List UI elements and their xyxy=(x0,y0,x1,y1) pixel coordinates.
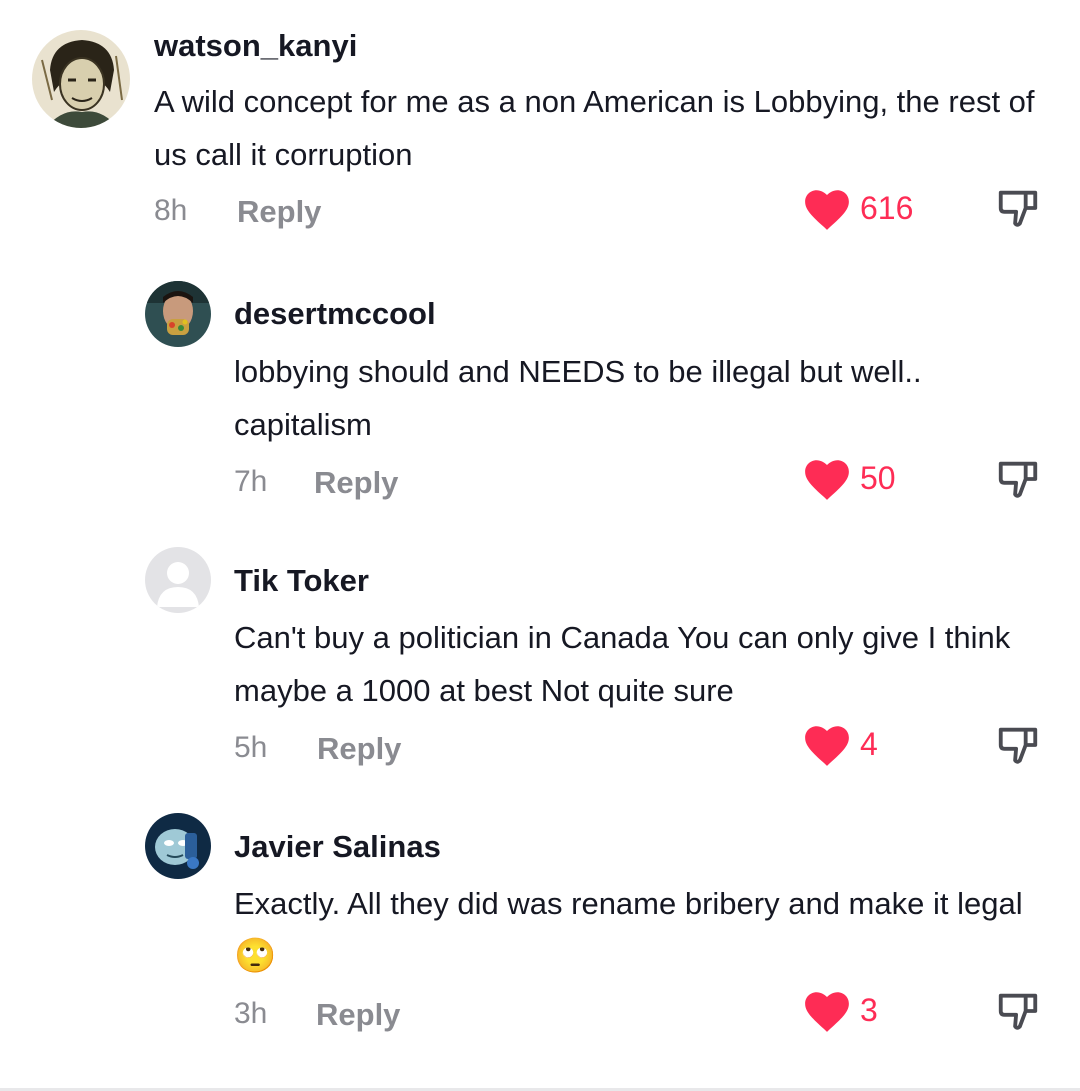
comment-text: Exactly. All they did was rename bribery… xyxy=(234,877,1034,983)
default-avatar-icon xyxy=(145,547,211,613)
dislike-icon[interactable] xyxy=(995,722,1041,768)
comment-username[interactable]: Tik Toker xyxy=(234,563,369,599)
avatar[interactable] xyxy=(32,30,130,128)
comment-username[interactable]: Javier Salinas xyxy=(234,829,441,865)
reply-button[interactable]: Reply xyxy=(317,731,401,767)
eye-roll-emoji-icon: 🙄 xyxy=(234,937,277,975)
comment-text-body: Exactly. All they did was rename bribery… xyxy=(234,886,1023,921)
like-count: 616 xyxy=(860,190,914,226)
reply-button[interactable]: Reply xyxy=(237,194,321,230)
profile-photo-icon xyxy=(32,30,130,128)
profile-photo-icon xyxy=(145,813,211,879)
reply-button[interactable]: Reply xyxy=(314,465,398,501)
comment-time: 3h xyxy=(234,997,268,1030)
comment-text: Can't buy a politician in Canada You can… xyxy=(234,620,1011,708)
like-count: 4 xyxy=(860,726,878,762)
heart-icon[interactable] xyxy=(802,186,852,232)
like-count: 50 xyxy=(860,460,896,496)
dislike-icon[interactable] xyxy=(995,988,1041,1034)
heart-icon[interactable] xyxy=(802,456,852,502)
comment-time: 7h xyxy=(234,465,268,498)
comment-username[interactable]: desertmccool xyxy=(234,296,436,332)
dislike-icon[interactable] xyxy=(995,185,1041,231)
comment-text: lobbying should and NEEDS to be illegal … xyxy=(234,354,922,442)
comment-time: 8h xyxy=(154,194,188,227)
avatar[interactable] xyxy=(145,813,211,879)
comment-time: 5h xyxy=(234,731,268,764)
reply-button[interactable]: Reply xyxy=(316,997,400,1033)
comment-text: A wild concept for me as a non American … xyxy=(154,84,1035,172)
avatar[interactable] xyxy=(145,547,211,613)
comment-username[interactable]: watson_kanyi xyxy=(154,28,357,64)
like-count: 3 xyxy=(860,992,878,1028)
heart-icon[interactable] xyxy=(802,988,852,1034)
avatar[interactable] xyxy=(145,281,211,347)
heart-icon[interactable] xyxy=(802,722,852,768)
profile-photo-icon xyxy=(145,281,211,347)
dislike-icon[interactable] xyxy=(995,456,1041,502)
